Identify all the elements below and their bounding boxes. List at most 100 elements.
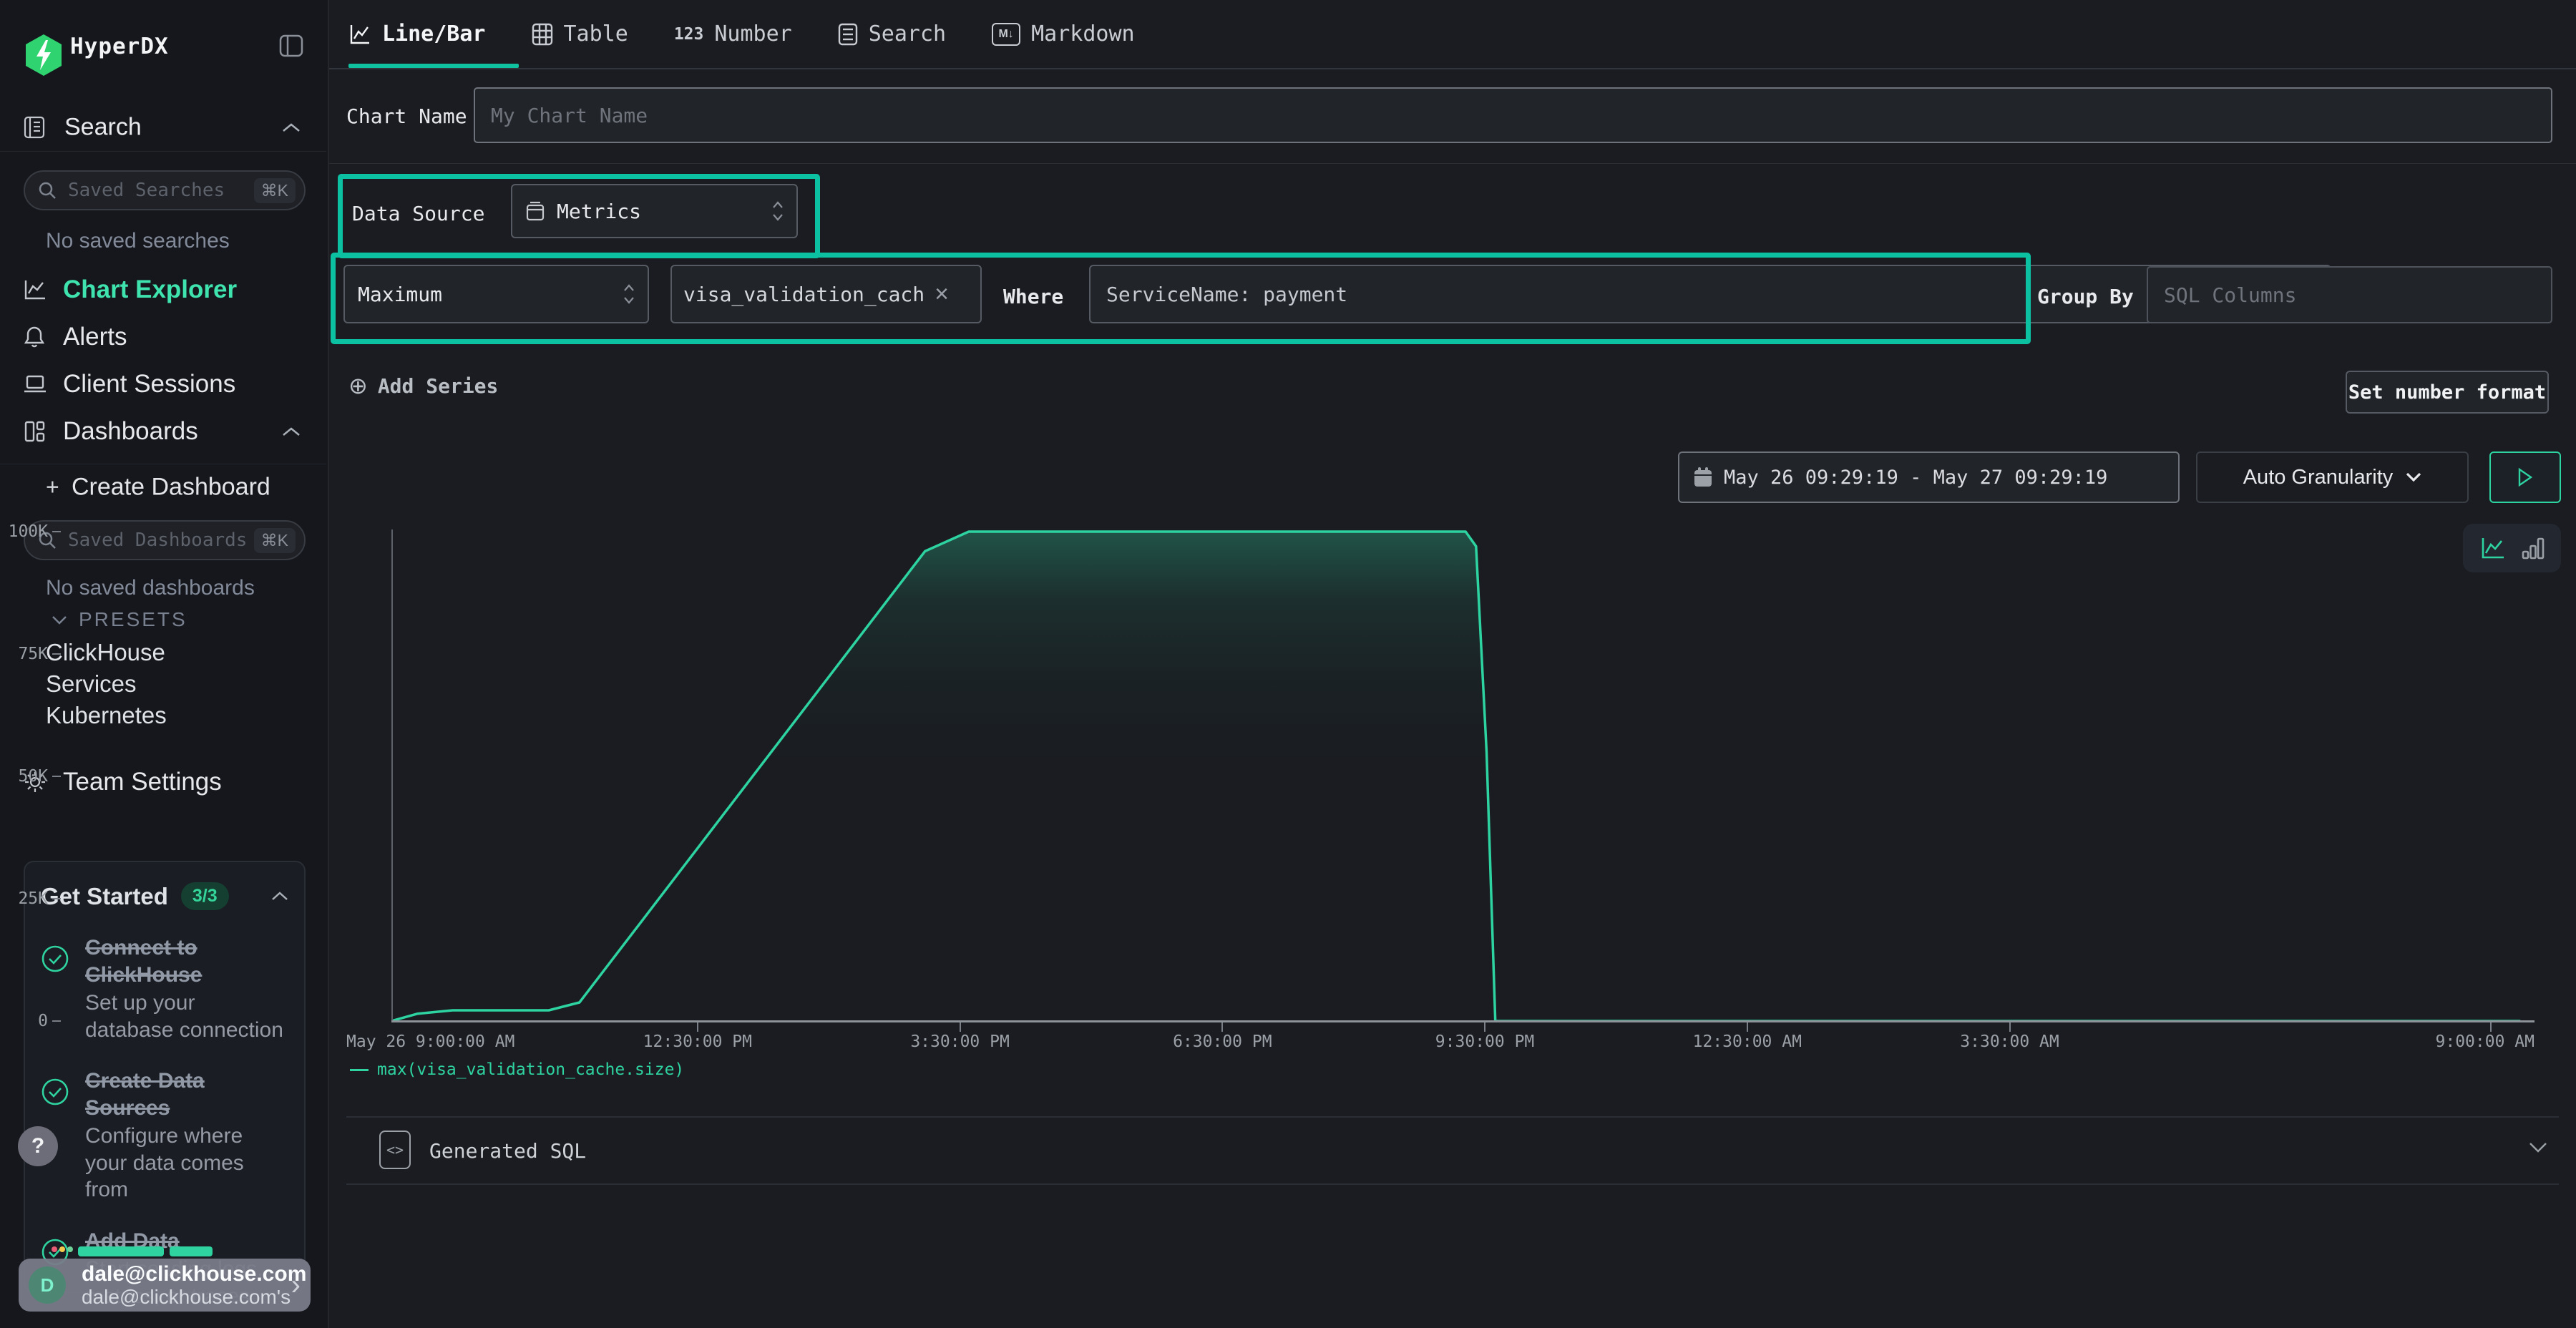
line-chart-icon <box>348 23 371 46</box>
bell-icon <box>24 326 45 348</box>
x-tick-mark <box>1484 1022 1485 1032</box>
x-tick-label: 6:30:00 PM <box>1173 1032 1272 1051</box>
x-tick-mark <box>697 1022 698 1032</box>
y-tick-label: 25K <box>18 889 61 908</box>
get-started-item-desc: Configure where your data comes from <box>85 1123 288 1204</box>
presets-toggle[interactable]: PRESETS <box>52 608 187 631</box>
aggregation-value: Maximum <box>358 283 442 306</box>
table-icon <box>532 23 553 46</box>
get-started-item[interactable]: Connect to ClickHouse Set up your databa… <box>41 934 288 1043</box>
x-tick-mark <box>2490 1022 2492 1032</box>
plus-icon: + <box>46 474 59 501</box>
create-dashboard-button[interactable]: + Create Dashboard <box>0 467 328 508</box>
preset-services[interactable]: Services <box>46 670 137 698</box>
tab-line-bar[interactable]: Line/Bar <box>348 0 486 68</box>
shortcut-badge: ⌘K <box>254 528 296 553</box>
x-tick-mark <box>1747 1022 1748 1032</box>
y-tick-label: 100K <box>9 522 61 541</box>
tab-markdown[interactable]: M↓ Markdown <box>992 0 1135 68</box>
saved-dashboards-input[interactable] <box>67 529 254 552</box>
close-icon[interactable]: × <box>935 282 949 306</box>
code-icon: <> <box>379 1131 411 1169</box>
saved-searches-search[interactable]: ⌘K <box>24 170 306 210</box>
group-by-input[interactable] <box>2147 266 2552 323</box>
where-input[interactable] <box>1105 282 2183 307</box>
chevron-up-icon[interactable] <box>271 892 288 901</box>
tab-table[interactable]: Table <box>532 0 628 68</box>
collapse-sidebar-icon[interactable] <box>279 34 303 57</box>
database-icon <box>525 200 545 222</box>
get-started-item[interactable]: Create Data Sources Configure where your… <box>41 1068 288 1204</box>
x-tick-mark <box>2009 1022 2011 1032</box>
sidebar-item-label: Chart Explorer <box>63 275 237 304</box>
get-started-item-title: Create Data Sources <box>85 1068 288 1121</box>
avatar: D <box>29 1266 66 1304</box>
no-saved-searches-note: No saved searches <box>46 229 230 253</box>
chart-type-tabbar: Line/Bar Table 123 Number <box>329 0 2576 69</box>
add-series-button[interactable]: ⊕ Add Series <box>348 372 498 399</box>
sidebar-item-alerts[interactable]: Alerts <box>0 315 328 359</box>
x-tick-label: 12:30:00 PM <box>643 1032 752 1051</box>
occluded-get-started-item <box>52 1246 266 1258</box>
user-menu[interactable]: D dale@clickhouse.com dale@clickhouse.co… <box>19 1259 311 1312</box>
search-section-label: Search <box>64 114 142 142</box>
x-tick-label: May 26 9:00:00 AM <box>346 1032 514 1051</box>
tab-search[interactable]: Search <box>838 0 946 68</box>
add-icon: ⊕ <box>348 372 368 399</box>
user-team: dale@clickhouse.com's <box>82 1286 288 1308</box>
set-number-format-button[interactable]: Set number format <box>2346 371 2549 414</box>
legend-swatch <box>350 1069 369 1071</box>
chevron-down-icon <box>2406 472 2421 482</box>
x-tick-label: 9:00:00 AM <box>2436 1032 2534 1051</box>
get-started-item-desc: Set up your database connection <box>85 990 288 1043</box>
date-range-picker[interactable]: May 26 09:29:19 - May 27 09:29:19 <box>1678 451 2180 503</box>
calendar-icon <box>1694 467 1712 487</box>
y-tick-label: 75K <box>18 645 61 663</box>
select-chevrons-icon <box>772 200 784 222</box>
x-tick-mark <box>960 1022 961 1032</box>
sidebar-item-chart-explorer[interactable]: Chart Explorer <box>0 268 328 312</box>
number-123-icon: 123 <box>674 25 704 44</box>
layout-icon <box>24 420 45 443</box>
aggregation-select[interactable]: Maximum <box>343 265 649 323</box>
main-content: Line/Bar Table 123 Number <box>329 0 2576 1328</box>
logo-row: HyperDX <box>0 0 328 93</box>
x-tick-mark <box>1221 1022 1223 1032</box>
tab-label: Number <box>714 21 791 47</box>
add-series-label: Add Series <box>378 374 499 398</box>
preset-kubernetes[interactable]: Kubernetes <box>46 702 167 729</box>
laptop-icon <box>24 374 47 395</box>
chevron-down-icon <box>52 615 67 625</box>
chart-name-input[interactable] <box>474 87 2552 143</box>
group-by-label: Group By <box>2037 285 2134 308</box>
sidebar-item-label: Dashboards <box>63 417 198 446</box>
metric-field-tag[interactable]: visa_validation_cach × <box>670 265 982 323</box>
chevron-right-icon: › <box>291 1269 301 1302</box>
chevron-up-icon[interactable] <box>282 122 301 132</box>
select-chevrons-icon <box>623 283 635 305</box>
data-source-select[interactable]: Metrics <box>511 184 798 238</box>
user-email: dale@clickhouse.com <box>82 1262 288 1286</box>
active-tab-underline <box>348 64 519 68</box>
search-icon <box>38 181 57 200</box>
saved-dashboards-search[interactable]: ⌘K <box>24 520 306 560</box>
sidebar-item-client-sessions[interactable]: Client Sessions <box>0 362 328 406</box>
sidebar-item-label: Client Sessions <box>63 370 235 399</box>
tab-number[interactable]: 123 Number <box>674 0 792 68</box>
timeseries-chart[interactable] <box>391 529 2534 1023</box>
sidebar-item-dashboards[interactable]: Dashboards <box>0 409 328 454</box>
chart-legend[interactable]: max(visa_validation_cache.size) <box>350 1060 684 1079</box>
chevron-up-icon[interactable] <box>282 426 301 436</box>
preset-clickhouse[interactable]: ClickHouse <box>46 639 165 666</box>
saved-searches-input[interactable] <box>67 179 254 202</box>
help-button[interactable]: ? <box>18 1126 58 1166</box>
run-query-button[interactable] <box>2489 451 2561 503</box>
granularity-select[interactable]: Auto Granularity <box>2196 451 2469 503</box>
divider <box>329 163 2576 164</box>
x-tick-label: 3:30:00 AM <box>1960 1032 2059 1051</box>
date-range-value: May 26 09:29:19 - May 27 09:29:19 <box>1724 467 2107 489</box>
search-section-header[interactable]: Search <box>0 106 328 149</box>
generated-sql-toggle[interactable]: <> Generated SQL <box>346 1116 2559 1185</box>
chart-line-icon <box>24 279 47 301</box>
metric-name: visa_validation_cach <box>683 283 924 306</box>
